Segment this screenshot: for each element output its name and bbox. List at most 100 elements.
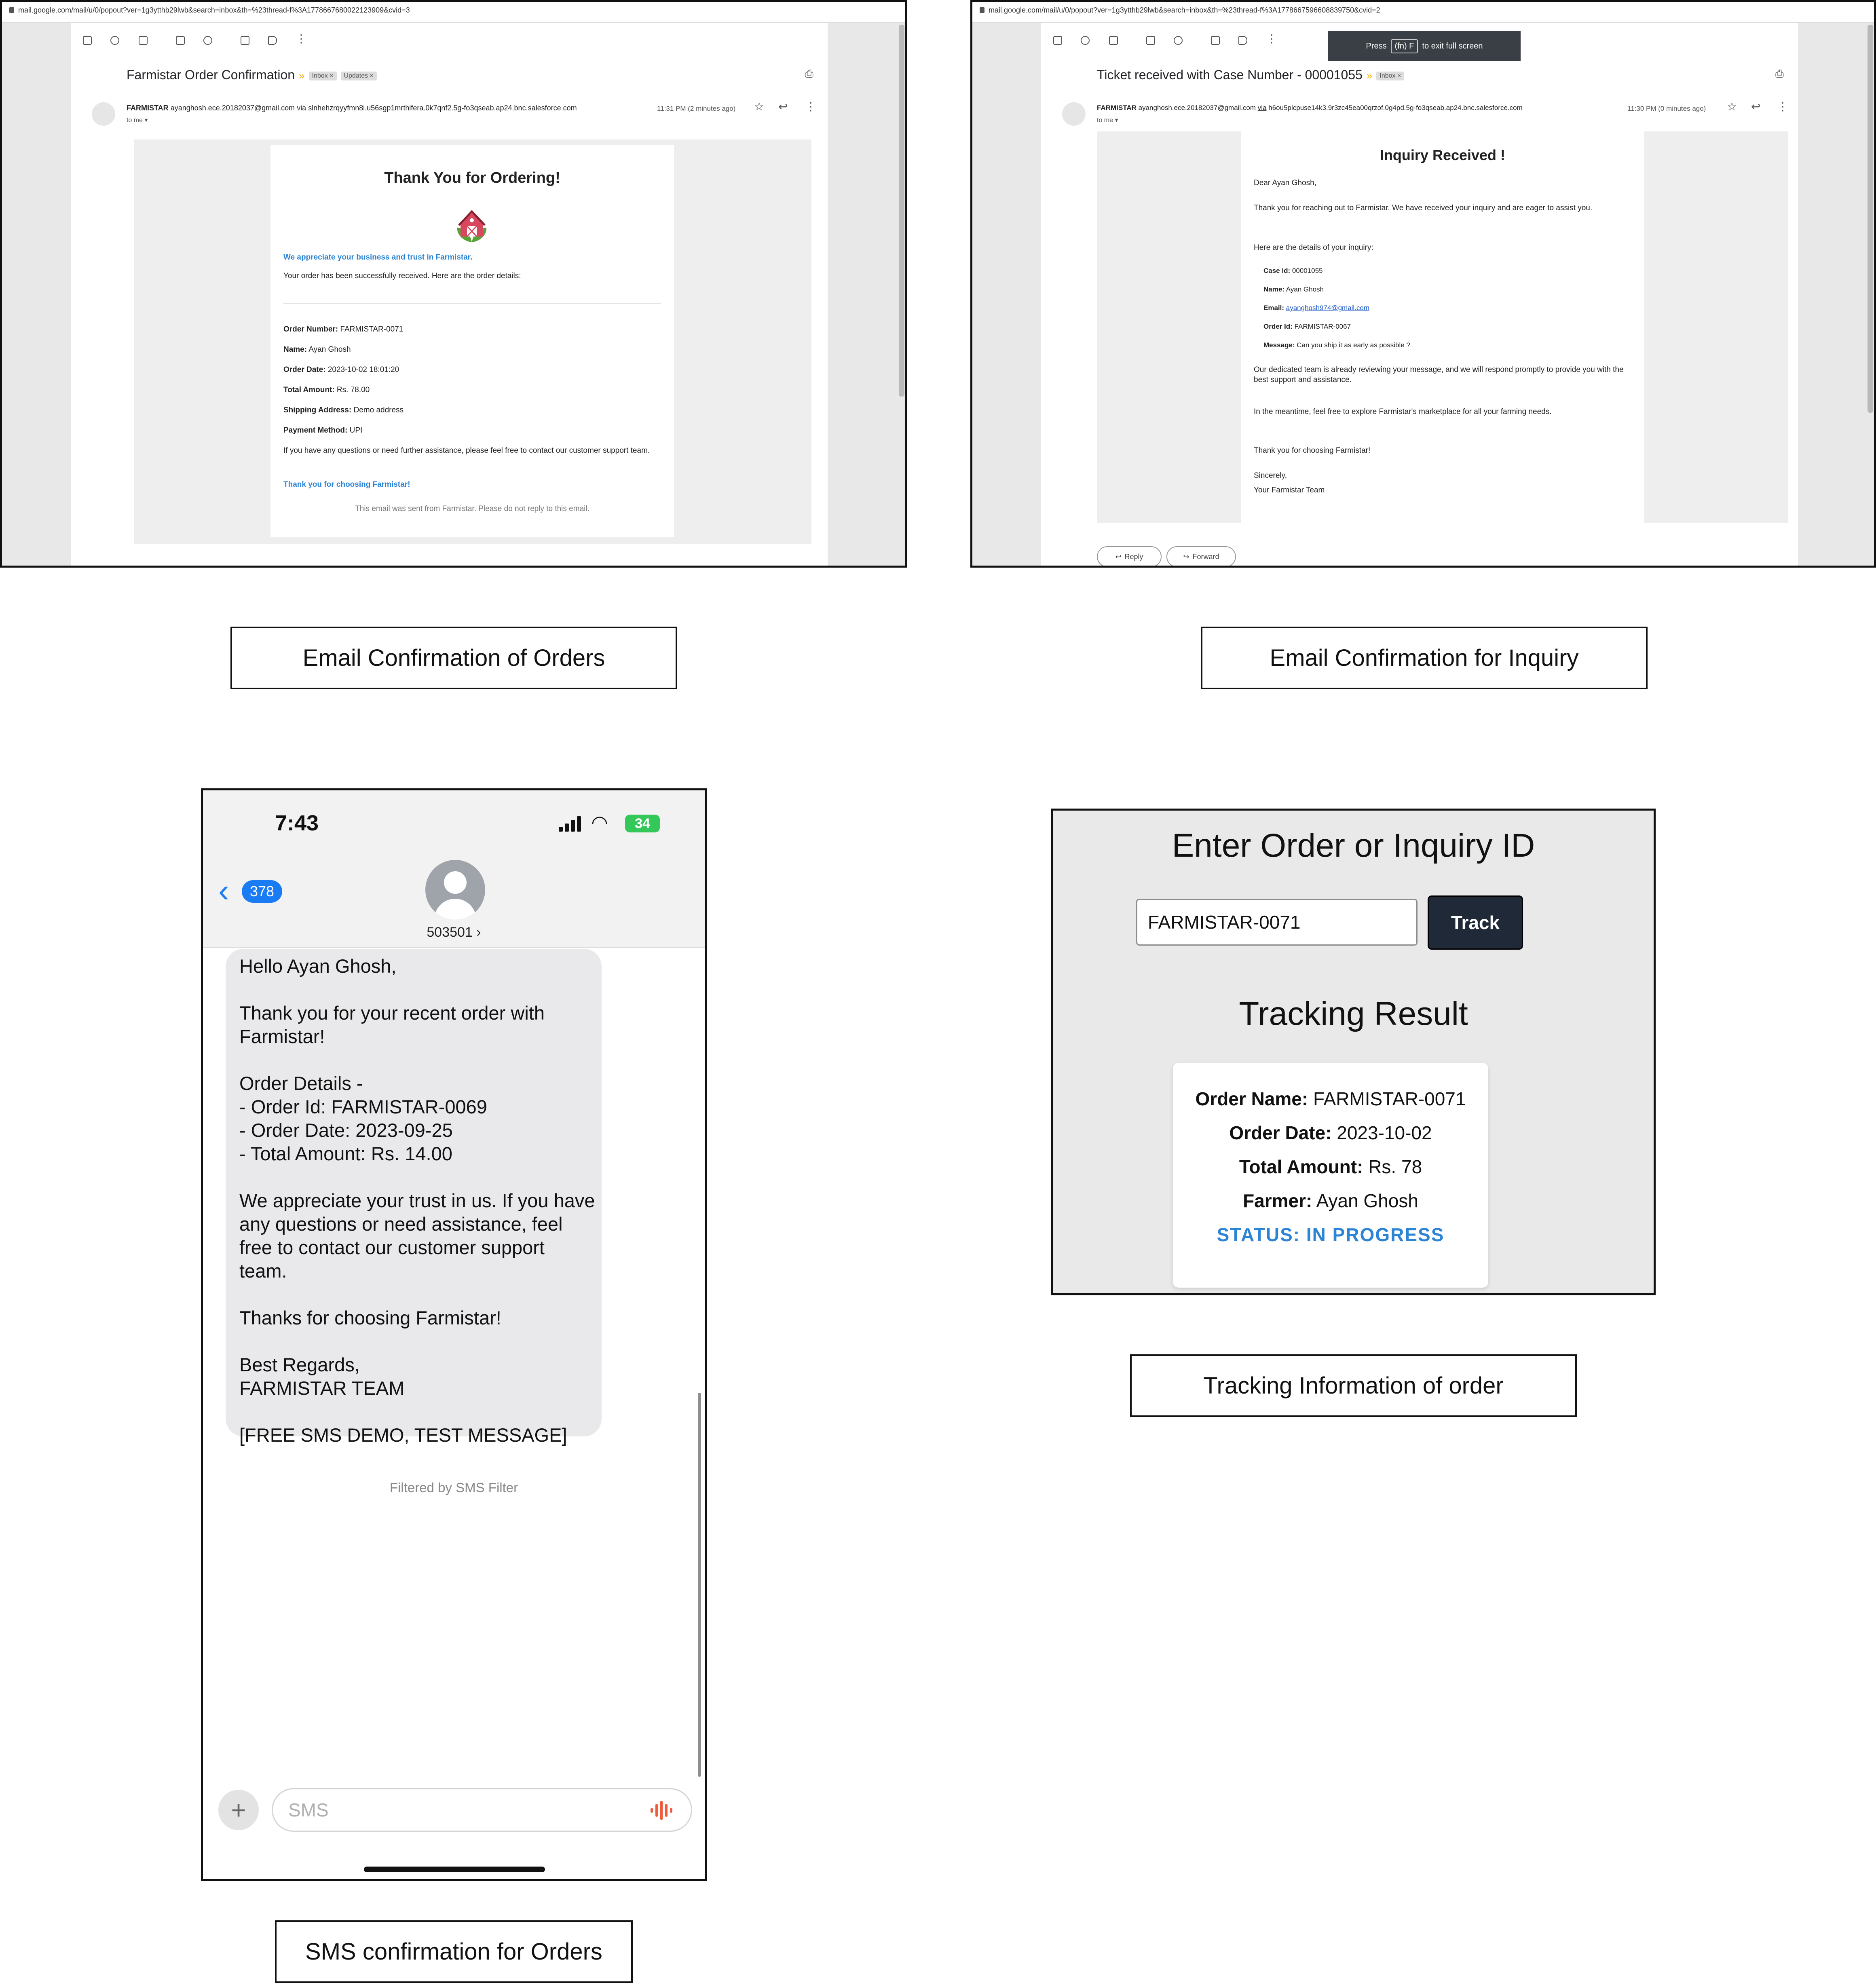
archive-icon[interactable] xyxy=(83,36,92,45)
field-order-id: Order Id: FARMISTAR-0067 xyxy=(1263,323,1351,330)
result-order-date: Order Date: 2023-10-02 xyxy=(1229,1122,1432,1143)
forward-button[interactable]: ↪ Forward xyxy=(1166,546,1236,566)
move-to-icon[interactable] xyxy=(241,36,249,45)
field-email: Email: ayanghosh974@gmail.com xyxy=(1263,304,1370,312)
more-icon[interactable]: ⋮ xyxy=(1266,32,1277,45)
field-order-number: Order Number: FARMISTAR-0071 xyxy=(283,325,404,334)
important-marker-icon[interactable]: » xyxy=(299,70,304,82)
important-marker-icon[interactable]: » xyxy=(1367,70,1372,82)
battery-icon: 34 xyxy=(625,815,660,832)
result-total-amount: Total Amount: Rs. 78 xyxy=(1239,1156,1422,1177)
email-body-right-margin xyxy=(1644,131,1788,523)
back-unread-badge[interactable]: 378 xyxy=(242,880,283,903)
sender-line: FARMISTAR ayanghosh.ece.20182037@gmail.c… xyxy=(127,104,577,112)
label-chip-updates[interactable]: Updates × xyxy=(340,71,377,80)
more-icon[interactable]: ⋮ xyxy=(296,32,307,45)
more-options-icon[interactable]: ⋮ xyxy=(1777,100,1788,113)
label-chip-inbox[interactable]: Inbox × xyxy=(1376,71,1405,80)
greeting-text: Dear Ayan Ghosh, xyxy=(1254,179,1316,187)
to-me-dropdown[interactable]: to me ▾ xyxy=(127,116,148,124)
order-id-input[interactable]: FARMISTAR-0071 xyxy=(1136,899,1418,946)
label-chip-inbox[interactable]: Inbox × xyxy=(308,71,337,80)
url-text: mail.google.com/mail/u/0/popout?ver=1g3y… xyxy=(989,6,1380,14)
field-case-id: Case Id: 00001055 xyxy=(1263,267,1323,275)
contact-name[interactable]: 503501 › xyxy=(203,925,705,940)
back-chevron-icon[interactable]: ‹ xyxy=(218,874,229,907)
print-icon[interactable]: ⎙ xyxy=(1775,68,1784,80)
fn-key-badge: (fn) F xyxy=(1390,39,1418,53)
address-bar[interactable]: mail.google.com/mail/u/0/popout?ver=1g3y… xyxy=(972,2,1874,23)
order-email-window: mail.google.com/mail/u/0/popout?ver=1g3y… xyxy=(0,0,907,568)
to-me-dropdown[interactable]: to me ▾ xyxy=(1097,116,1118,124)
address-bar[interactable]: mail.google.com/mail/u/0/popout?ver=1g3y… xyxy=(2,2,905,23)
reply-icon[interactable]: ↩ xyxy=(778,100,788,113)
snooze-icon[interactable] xyxy=(203,36,212,45)
audio-waveform-icon[interactable] xyxy=(650,1801,674,1820)
sms-phone-screen: 7:43 ◠ 34 ‹ 378 503501 › Hello Ayan Ghos… xyxy=(201,788,707,1881)
sender-line: FARMISTAR ayanghosh.ece.20182037@gmail.c… xyxy=(1097,104,1523,112)
order-card-title: Thank You for Ordering! xyxy=(384,169,560,186)
archive-icon[interactable] xyxy=(1053,36,1062,45)
delete-icon[interactable] xyxy=(1109,36,1118,45)
delete-icon[interactable] xyxy=(139,36,148,45)
left-gutter xyxy=(972,23,1041,566)
inquiry-email-window: mail.google.com/mail/u/0/popout?ver=1g3y… xyxy=(970,0,1876,568)
sincerely-text: Sincerely, xyxy=(1254,471,1287,480)
sms-input-field[interactable]: SMS xyxy=(272,1788,692,1832)
field-total-amount: Total Amount: Rs. 78.00 xyxy=(283,386,370,394)
filter-note: Filtered by SMS Filter xyxy=(389,1480,518,1495)
right-gutter xyxy=(828,23,905,566)
result-order-name: Order Name: FARMISTAR-0071 xyxy=(1195,1088,1466,1109)
thanks-text: Thank you for choosing Farmistar! xyxy=(283,480,410,489)
more-options-icon[interactable]: ⋮ xyxy=(805,100,816,113)
caption-inquiry-email: Email Confirmation for Inquiry xyxy=(1201,627,1648,689)
report-spam-icon[interactable] xyxy=(110,36,119,45)
scrollbar[interactable] xyxy=(698,1393,701,1777)
farmistar-logo-icon xyxy=(452,205,492,245)
label-icon[interactable] xyxy=(268,36,277,45)
report-spam-icon[interactable] xyxy=(1081,36,1090,45)
fullscreen-toast: Press (fn) F to exit full screen xyxy=(1328,31,1521,61)
email-link[interactable]: ayanghosh974@gmail.com xyxy=(1286,304,1369,312)
reply-icon[interactable]: ↩ xyxy=(1751,100,1760,113)
url-text: mail.google.com/mail/u/0/popout?ver=1g3y… xyxy=(18,6,410,14)
cellular-signal-icon xyxy=(559,815,581,832)
caption-order-email: Email Confirmation of Orders xyxy=(230,627,677,689)
divider xyxy=(283,303,661,304)
person-icon xyxy=(444,871,467,894)
email-body-left-margin xyxy=(1097,131,1241,523)
label-icon[interactable] xyxy=(1238,36,1247,45)
add-attachment-button[interactable]: + xyxy=(218,1790,259,1830)
field-name: Name: Ayan Ghosh xyxy=(1263,285,1324,293)
caption-tracking: Tracking Information of order xyxy=(1130,1354,1577,1417)
intro-text: Thank you for reaching out to Farmistar.… xyxy=(1254,204,1593,212)
left-gutter xyxy=(2,23,71,566)
star-icon[interactable]: ☆ xyxy=(754,100,764,113)
mark-unread-icon[interactable] xyxy=(176,36,185,45)
mark-unread-icon[interactable] xyxy=(1146,36,1155,45)
email-subject: Farmistar Order Confirmation» Inbox × Upda… xyxy=(127,68,377,82)
reply-button[interactable]: ↩ Reply xyxy=(1097,546,1162,566)
sms-placeholder: SMS xyxy=(288,1799,329,1820)
snooze-icon[interactable] xyxy=(1174,36,1183,45)
track-button[interactable]: Track xyxy=(1428,895,1523,950)
move-to-icon[interactable] xyxy=(1211,36,1220,45)
team-reviewing-text: Our dedicated team is already reviewing … xyxy=(1254,365,1624,384)
caption-sms: SMS confirmation for Orders xyxy=(275,1920,633,1983)
questions-text: If you have any questions or need furthe… xyxy=(283,446,650,455)
team-signature: Your Farmistar Team xyxy=(1254,486,1325,494)
star-icon[interactable]: ☆ xyxy=(1727,100,1737,113)
home-indicator[interactable] xyxy=(364,1867,545,1872)
inquiry-card: Inquiry Received ! Dear Ayan Ghosh, Than… xyxy=(1241,131,1644,523)
contact-avatar[interactable] xyxy=(425,860,485,920)
scrollbar[interactable] xyxy=(1868,25,1873,413)
field-name: Name: Ayan Ghosh xyxy=(283,345,351,354)
tracking-result-card: Order Name: FARMISTAR-0071 Order Date: 2… xyxy=(1173,1063,1488,1288)
footer-text: This email was sent from Farmistar. Plea… xyxy=(355,505,589,513)
scrollbar[interactable] xyxy=(899,25,904,397)
inquiry-card-title: Inquiry Received ! xyxy=(1380,147,1506,163)
tracking-result-heading: Tracking Result xyxy=(1239,995,1468,1032)
print-icon[interactable]: ⎙ xyxy=(805,68,813,80)
appreciate-text: We appreciate your business and trust in… xyxy=(283,253,473,262)
field-payment-method: Payment Method: UPI xyxy=(283,426,363,435)
